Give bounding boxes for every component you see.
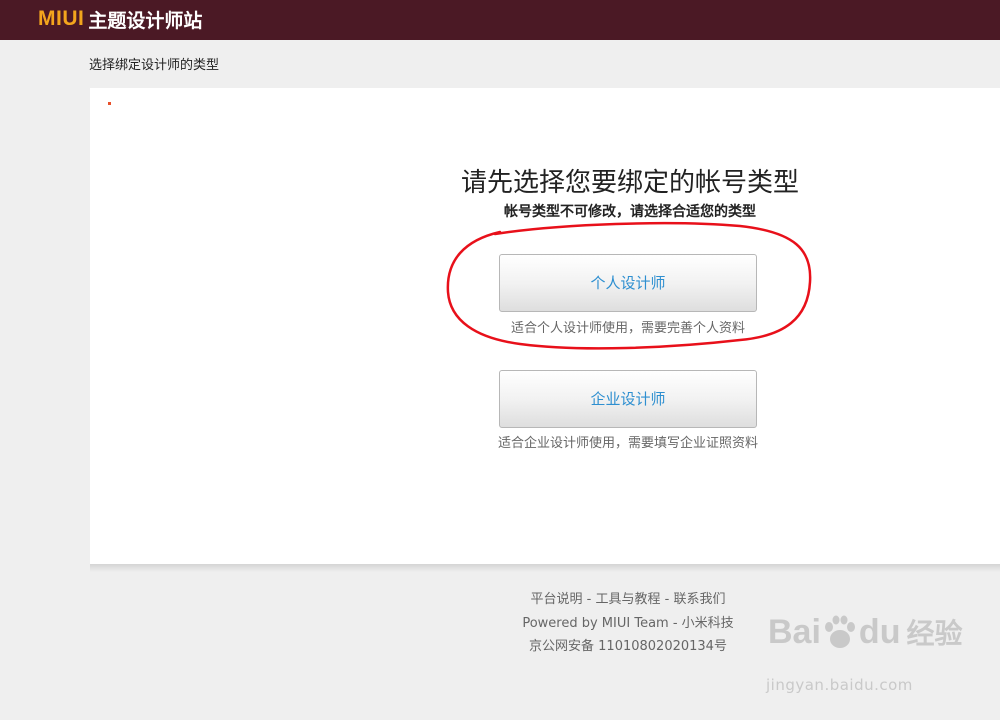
choose-account-title: 请先选择您要绑定的帐号类型	[460, 168, 799, 198]
company-designer-description: 适合企业设计师使用，需要填写企业证照资料	[497, 436, 758, 451]
footer-link-tutorial[interactable]: 工具与教程	[595, 592, 660, 607]
personal-designer-button[interactable]: 个人设计师	[499, 254, 757, 312]
watermark-brand-right: du	[858, 612, 901, 651]
logo-site-title: 主题设计师站	[88, 9, 203, 32]
paw-icon	[824, 615, 855, 648]
footer-separator: -	[582, 592, 596, 607]
choose-account-subtitle: 帐号类型不可修改，请选择合适您的类型	[504, 204, 756, 220]
footer-separator: -	[660, 592, 674, 607]
footer-icp-record: 京公网安备 11010802020134号	[529, 639, 727, 654]
page-heading: 选择绑定设计师的类型	[89, 58, 220, 73]
watermark-brand-cn: 经验	[906, 617, 963, 650]
watermark-brand-left: Bai	[768, 612, 821, 651]
top-header-bar: MIUI 主题设计师站	[0, 0, 1000, 40]
footer-powered-by: Powered by MIUI Team - 小米科技	[522, 616, 734, 631]
footer-link-contact[interactable]: 联系我们	[673, 592, 725, 607]
watermark-url: jingyan.baidu.com	[766, 676, 913, 694]
decorative-dot	[108, 102, 111, 105]
baidu-watermark-logo: Bai du 经验	[768, 612, 962, 652]
company-designer-button[interactable]: 企业设计师	[499, 370, 757, 428]
logo-miui-text: MIUI	[38, 7, 85, 30]
panel-shadow	[90, 564, 1000, 572]
footer-link-platform[interactable]: 平台说明	[531, 592, 583, 607]
footer-links: 平台说明 - 工具与教程 - 联系我们	[480, 588, 776, 607]
personal-designer-description: 适合个人设计师使用，需要完善个人资料	[510, 321, 745, 336]
site-logo[interactable]: MIUI 主题设计师站	[38, 4, 202, 34]
